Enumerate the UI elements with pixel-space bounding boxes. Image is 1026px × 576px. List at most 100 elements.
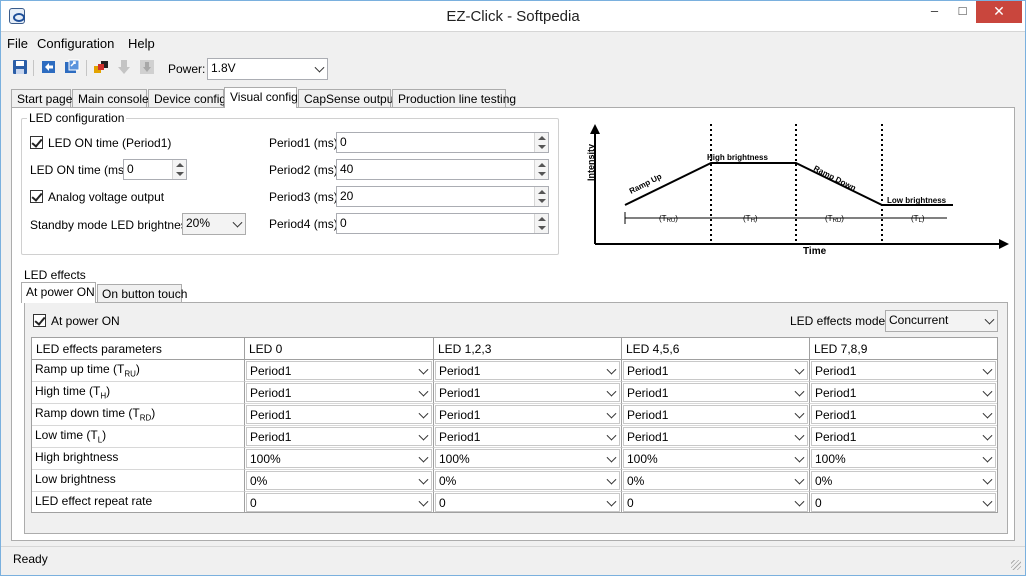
led-on-time-spinner[interactable]: 0 bbox=[123, 159, 187, 180]
load-icon[interactable] bbox=[41, 59, 57, 75]
window-title: EZ-Click - Softpedia bbox=[446, 8, 580, 25]
maximize-button[interactable]: □ bbox=[949, 1, 976, 23]
led-effects-label: LED effects bbox=[24, 268, 86, 282]
menu-help[interactable]: Help bbox=[128, 36, 155, 51]
tab-production-line-testing[interactable]: Production line testing bbox=[392, 89, 516, 108]
brightness-select[interactable]: 0% bbox=[435, 471, 620, 490]
at-power-on-checkbox[interactable] bbox=[33, 314, 46, 327]
period1-label: Period1 (ms): bbox=[269, 136, 342, 150]
table-cell: Period1 bbox=[810, 426, 997, 448]
period-select[interactable]: Period1 bbox=[246, 361, 432, 380]
brightness-select[interactable]: 100% bbox=[435, 449, 620, 468]
analog-voltage-checkbox[interactable] bbox=[30, 190, 43, 203]
chevron-down-icon bbox=[982, 496, 993, 507]
repeat-rate-select[interactable]: 0 bbox=[435, 493, 620, 512]
period1-spinner[interactable]: 0 bbox=[336, 132, 549, 153]
chevron-down-icon bbox=[418, 364, 429, 375]
period-select[interactable]: Period1 bbox=[246, 427, 432, 446]
period-select[interactable]: Period1 bbox=[623, 405, 808, 424]
table-cell: Period1 bbox=[622, 382, 810, 404]
period-select[interactable]: Period1 bbox=[246, 383, 432, 402]
chevron-down-icon bbox=[794, 364, 805, 375]
tab-device-config[interactable]: Device config bbox=[148, 89, 226, 108]
brightness-select[interactable]: 0% bbox=[623, 471, 808, 490]
period-select[interactable]: Period1 bbox=[811, 383, 996, 402]
resize-grip-icon[interactable] bbox=[1011, 560, 1021, 570]
period-select[interactable]: Period1 bbox=[435, 361, 620, 380]
repeat-rate-select[interactable]: 0 bbox=[623, 493, 808, 512]
chevron-down-icon bbox=[982, 430, 993, 441]
t-h-label: (TH) bbox=[743, 214, 758, 224]
brightness-select[interactable]: 100% bbox=[246, 449, 432, 468]
minimize-button[interactable]: – bbox=[921, 1, 948, 23]
led-on-time-period1-label: LED ON time (Period1) bbox=[48, 136, 172, 150]
tab-visual-config[interactable]: Visual config bbox=[224, 87, 298, 108]
spinner-arrows-icon[interactable] bbox=[534, 214, 548, 233]
spinner-arrows-icon[interactable] bbox=[534, 160, 548, 179]
table-header-led789: LED 7,8,9 bbox=[810, 338, 997, 360]
spinner-arrows-icon[interactable] bbox=[172, 160, 186, 179]
chevron-down-icon bbox=[982, 474, 993, 485]
export-icon[interactable] bbox=[64, 59, 80, 75]
status-bar: Ready bbox=[1, 546, 1025, 574]
table-cell: 0% bbox=[434, 470, 622, 492]
brightness-select[interactable]: 100% bbox=[623, 449, 808, 468]
tab-capsense-output[interactable]: CapSense output bbox=[298, 89, 397, 108]
repeat-rate-select[interactable]: 0 bbox=[246, 493, 432, 512]
chevron-down-icon bbox=[418, 408, 429, 419]
period-select[interactable]: Period1 bbox=[435, 405, 620, 424]
table-cell: 0 bbox=[622, 492, 810, 513]
spinner-arrows-icon[interactable] bbox=[534, 133, 548, 152]
close-button[interactable]: ✕ bbox=[976, 1, 1022, 23]
table-cell: 0 bbox=[810, 492, 997, 513]
table-cell: 0% bbox=[622, 470, 810, 492]
chevron-down-icon bbox=[794, 496, 805, 507]
table-cell: Period1 bbox=[434, 404, 622, 426]
standby-brightness-select[interactable]: 20% bbox=[182, 213, 246, 235]
period-select[interactable]: Period1 bbox=[623, 383, 808, 402]
brightness-select[interactable]: 100% bbox=[811, 449, 996, 468]
period4-value: 0 bbox=[340, 216, 347, 230]
chevron-down-icon bbox=[794, 474, 805, 485]
repeat-rate-select[interactable]: 0 bbox=[811, 493, 996, 512]
table-cell: Period1 bbox=[245, 426, 434, 448]
download-icon[interactable] bbox=[139, 59, 155, 75]
period-select[interactable]: Period1 bbox=[811, 427, 996, 446]
tab-start-page[interactable]: Start page bbox=[11, 89, 72, 108]
period3-spinner[interactable]: 20 bbox=[336, 186, 549, 207]
period2-spinner[interactable]: 40 bbox=[336, 159, 549, 180]
spinner-arrows-icon[interactable] bbox=[534, 187, 548, 206]
menu-configuration[interactable]: Configuration bbox=[37, 36, 114, 51]
period-select[interactable]: Period1 bbox=[623, 361, 808, 380]
period-select[interactable]: Period1 bbox=[811, 405, 996, 424]
table-header-led0: LED 0 bbox=[245, 338, 434, 360]
table-cell: Period1 bbox=[622, 404, 810, 426]
chevron-down-icon bbox=[794, 452, 805, 463]
led-effects-mode-select[interactable]: Concurrent bbox=[885, 310, 998, 332]
led-on-time-label: LED ON time (ms): bbox=[30, 163, 132, 177]
power-label: Power: bbox=[168, 62, 206, 76]
chevron-down-icon bbox=[606, 452, 617, 463]
brightness-select[interactable]: 0% bbox=[246, 471, 432, 490]
down-arrow-icon[interactable] bbox=[116, 59, 132, 75]
menu-file[interactable]: File bbox=[7, 36, 28, 51]
period-select[interactable]: Period1 bbox=[623, 427, 808, 446]
palette-icon[interactable] bbox=[93, 59, 109, 75]
t-ru-label: (TRU) bbox=[659, 214, 678, 224]
chevron-down-icon bbox=[314, 62, 325, 73]
save-icon[interactable] bbox=[12, 59, 28, 75]
subtab-on-button-touch[interactable]: On button touch bbox=[97, 284, 187, 303]
period-select[interactable]: Period1 bbox=[435, 427, 620, 446]
power-select[interactable]: 1.8V bbox=[207, 58, 328, 80]
table-cell: Period1 bbox=[434, 426, 622, 448]
period-select[interactable]: Period1 bbox=[246, 405, 432, 424]
period-select[interactable]: Period1 bbox=[811, 361, 996, 380]
period2-label: Period2 (ms): bbox=[269, 163, 342, 177]
led-on-time-period1-checkbox[interactable] bbox=[30, 136, 43, 149]
table-cell: 100% bbox=[622, 448, 810, 470]
period-select[interactable]: Period1 bbox=[435, 383, 620, 402]
period4-spinner[interactable]: 0 bbox=[336, 213, 549, 234]
brightness-select[interactable]: 0% bbox=[811, 471, 996, 490]
subtab-at-power-on[interactable]: At power ON bbox=[21, 282, 96, 303]
tab-main-console[interactable]: Main console bbox=[72, 89, 149, 108]
